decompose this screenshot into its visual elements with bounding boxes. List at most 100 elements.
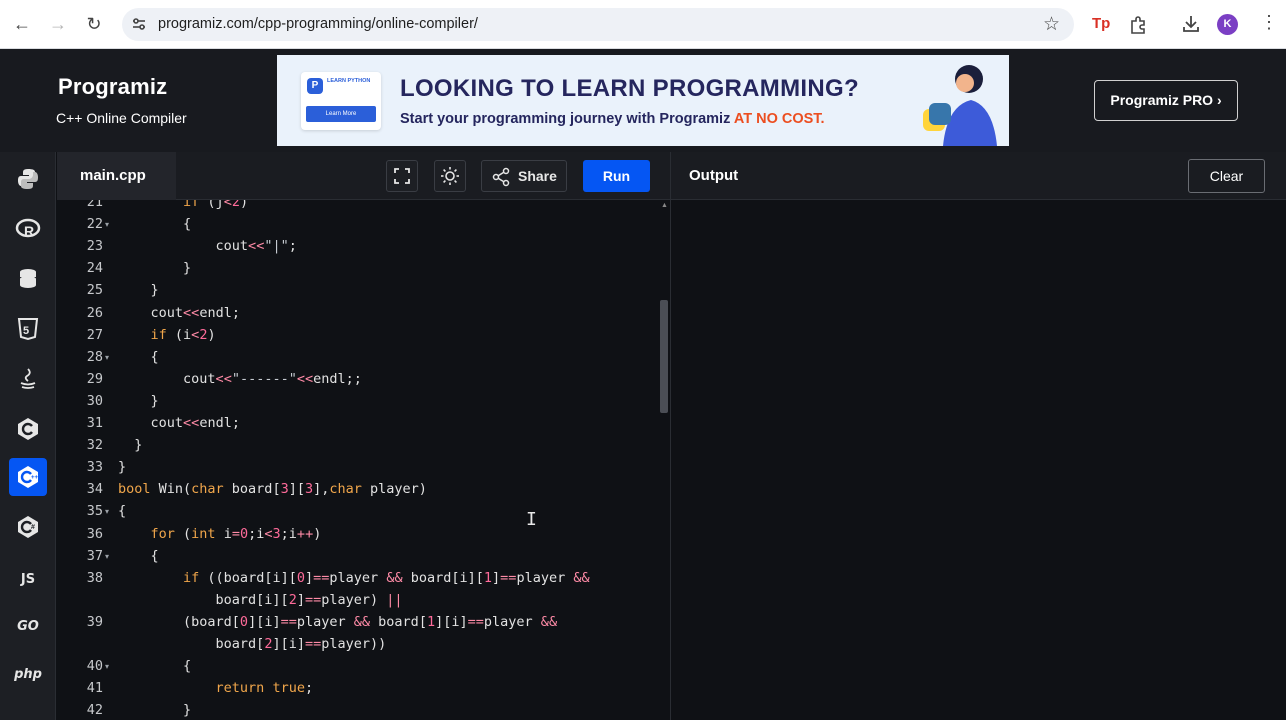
code-line: if ((board[i][0]==player && board[i][1]=… <box>183 569 590 586</box>
sidebar-item-java[interactable] <box>9 360 47 398</box>
editor-scrollbar[interactable] <box>660 300 668 413</box>
code-line: } <box>118 702 192 719</box>
forward-arrow-icon[interactable]: → <box>46 12 70 36</box>
code-line: board[i][2]==player) || <box>118 591 403 608</box>
banner-tagline: Start your programming journey with Prog… <box>400 111 825 127</box>
text-cursor-icon: I <box>526 509 537 530</box>
line-number: 29 <box>86 370 103 387</box>
run-button[interactable]: Run <box>583 160 650 192</box>
line-number: 35 <box>86 503 103 520</box>
programiz-logo[interactable]: Programiz <box>58 74 167 100</box>
profile-avatar[interactable]: K <box>1217 14 1238 35</box>
programiz-badge-icon: P <box>307 78 323 94</box>
php-icon: php <box>14 666 42 682</box>
extensions-puzzle-icon[interactable] <box>1128 13 1150 35</box>
reload-icon[interactable]: ↻ <box>82 12 106 36</box>
svg-text:R: R <box>24 223 34 239</box>
fold-arrow-icon[interactable]: ▾ <box>105 552 109 561</box>
code-line: if (j<2) <box>183 200 249 210</box>
sidebar-item-php[interactable]: php <box>9 655 47 693</box>
programiz-pro-button[interactable]: Programiz PRO › <box>1094 80 1238 121</box>
line-number: 41 <box>86 680 103 697</box>
site-settings-icon[interactable] <box>130 15 148 33</box>
tp-extension-icon[interactable]: Tp <box>1092 13 1114 35</box>
url-text: programiz.com/cpp-programming/online-com… <box>158 16 478 32</box>
scroll-up-icon[interactable]: ▲ <box>661 202 668 209</box>
svg-text:#: # <box>31 524 35 531</box>
language-sidebar: R 5 ++ # JS GO php <box>0 152 56 720</box>
book-cover: P LEARN PYTHON Learn More <box>301 72 381 130</box>
sidebar-item-python[interactable] <box>9 160 47 198</box>
output-panel[interactable] <box>671 201 1286 720</box>
line-number: 27 <box>86 326 103 343</box>
file-tab-label: main.cpp <box>80 167 146 184</box>
line-number: 26 <box>86 304 103 321</box>
browser-menu-icon[interactable]: ⋮ <box>1260 12 1278 33</box>
share-button[interactable]: Share <box>481 160 567 192</box>
sidebar-item-html[interactable]: 5 <box>9 310 47 348</box>
compiler-subtitle: C++ Online Compiler <box>56 110 187 126</box>
browser-toolbar: ← → ↻ programiz.com/cpp-programming/onli… <box>0 0 1286 49</box>
line-number: 36 <box>86 525 103 542</box>
share-label: Share <box>518 168 557 184</box>
line-number: 42 <box>86 702 103 719</box>
r-icon: R <box>15 218 41 239</box>
code-line: } <box>118 459 127 476</box>
sidebar-item-c[interactable] <box>9 410 47 448</box>
fullscreen-button[interactable] <box>386 160 418 192</box>
line-number: 28 <box>86 348 103 365</box>
sidebar-item-csharp[interactable]: # <box>9 508 47 546</box>
illustration-girl-icon <box>923 65 997 146</box>
download-icon[interactable] <box>1180 13 1202 35</box>
code-line: } <box>118 437 143 454</box>
theme-toggle-button[interactable] <box>434 160 466 192</box>
learn-more-button[interactable]: Learn More <box>306 106 376 122</box>
bookmark-star-icon[interactable]: ☆ <box>1043 13 1060 36</box>
code-line: } <box>118 282 159 299</box>
sidebar-item-go[interactable]: GO <box>9 607 47 645</box>
back-arrow-icon[interactable]: ← <box>10 12 34 36</box>
code-line: { <box>118 547 159 564</box>
code-line: cout<<"------"<<endl;; <box>118 370 362 387</box>
code-line: board[2][i]==player)) <box>118 636 387 652</box>
python-icon <box>18 169 38 189</box>
fold-arrow-icon[interactable]: ▾ <box>105 353 109 362</box>
promo-banner[interactable]: P LEARN PYTHON Learn More LOOKING TO LEA… <box>277 55 1009 146</box>
code-line: cout<<endl; <box>118 415 240 431</box>
file-tab-main[interactable]: main.cpp <box>57 152 176 200</box>
fullscreen-icon <box>394 168 410 184</box>
code-editor[interactable]: 21 if (j<2) 22 ▾ {23 cout<<"|"; 24 } 25 } 26 … <box>57 200 670 720</box>
code-line: { <box>118 503 127 520</box>
c-icon <box>18 418 38 440</box>
line-number: 22 <box>86 216 103 233</box>
svg-text:5: 5 <box>23 325 29 337</box>
line-number: 24 <box>86 260 103 277</box>
fold-arrow-icon[interactable]: ▾ <box>105 662 109 671</box>
fold-arrow-icon[interactable]: ▾ <box>105 507 109 516</box>
sidebar-item-sql[interactable] <box>9 260 47 298</box>
code-line: { <box>118 658 192 675</box>
fold-arrow-icon[interactable]: ▾ <box>105 220 109 229</box>
clear-button[interactable]: Clear <box>1188 159 1265 193</box>
line-number: 33 <box>86 459 103 476</box>
line-number: 30 <box>86 392 103 409</box>
line-number: 40 <box>86 658 103 675</box>
csharp-icon: # <box>18 516 38 538</box>
line-number: 38 <box>86 569 103 586</box>
sidebar-item-cpp[interactable]: ++ <box>9 458 47 496</box>
sql-database-icon <box>20 269 36 288</box>
sidebar-item-js[interactable]: JS <box>9 560 47 598</box>
address-bar[interactable]: programiz.com/cpp-programming/online-com… <box>122 8 1074 41</box>
sun-icon <box>441 167 459 185</box>
code-line: (board[0][i]==player && board[1][i]==pla… <box>118 613 558 630</box>
line-number: 31 <box>86 415 103 431</box>
sidebar-item-r[interactable]: R <box>9 210 47 248</box>
banner-headline: LOOKING TO LEARN PROGRAMMING? <box>400 75 859 102</box>
code-line: cout<<endl; <box>118 304 240 321</box>
line-number: 21 <box>86 200 103 210</box>
line-number: 39 <box>86 613 103 630</box>
code-line: for (int i=0;i<3;i++) <box>150 525 322 542</box>
html5-icon: 5 <box>17 318 39 341</box>
code-line: } <box>118 260 192 277</box>
tagline-accent: AT NO COST. <box>733 111 825 127</box>
